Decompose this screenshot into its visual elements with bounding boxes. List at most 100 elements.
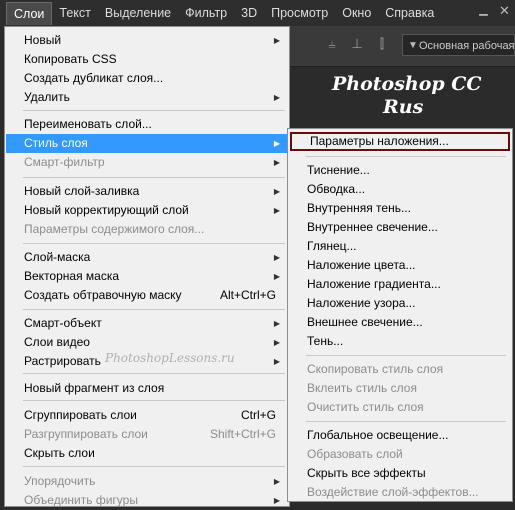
submenu-item-paste-layer-style: Вклеить стиль слоя <box>289 379 511 398</box>
menu-item-label: Скрыть слои <box>24 446 95 460</box>
menu-separator <box>23 110 285 111</box>
menu-item-combine-shapes: Объединить фигуры ▶ <box>6 491 288 510</box>
workspace-dropdown[interactable]: ▼ Основная рабочая среда <box>402 34 515 56</box>
menu-item-video-layers[interactable]: Слои видео ▶ <box>6 333 288 352</box>
submenu-arrow-icon: ▶ <box>273 338 280 347</box>
menu-item-label: Новый <box>24 33 62 47</box>
menu-item-label: Удалить <box>24 90 70 104</box>
menu-item-layer-style[interactable]: Стиль слоя ▶ <box>6 134 288 153</box>
submenu-arrow-icon: ▶ <box>273 357 280 366</box>
menu-item-rename-layer[interactable]: Переименовать слой... <box>6 115 288 134</box>
align-vcenter-icon[interactable]: ⫨ <box>323 36 341 52</box>
submenu-item-inner-glow[interactable]: Внутреннее свечение... <box>289 218 511 237</box>
menu-view[interactable]: Просмотр <box>264 2 335 24</box>
submenu-item-global-light[interactable]: Глобальное освещение... <box>289 426 511 445</box>
shortcut-label: Ctrl+G <box>240 408 276 422</box>
submenu-item-satin[interactable]: Глянец... <box>289 237 511 256</box>
menu-item-label: Стиль слоя <box>24 136 88 150</box>
menu-select[interactable]: Выделение <box>98 2 178 24</box>
menu-item-new-adjustment-layer[interactable]: Новый корректирующий слой ▶ <box>6 201 288 220</box>
menu-item-duplicate-layer[interactable]: Создать дубликат слоя... <box>6 69 288 88</box>
submenu-item-hide-all-effects[interactable]: Скрыть все эффекты <box>289 464 511 483</box>
submenu-item-outer-glow[interactable]: Внешнее свечение... <box>289 313 511 332</box>
close-icon[interactable]: ✕ <box>498 4 511 17</box>
submenu-item-pattern-overlay[interactable]: Наложение узора... <box>289 294 511 313</box>
submenu-separator <box>306 156 506 157</box>
submenu-separator <box>306 421 506 422</box>
menu-item-ungroup-layers: Разгруппировать слои Shift+Ctrl+G <box>6 425 288 444</box>
menu-separator <box>23 309 285 310</box>
menu-item-copy-css[interactable]: Копировать CSS <box>6 50 288 69</box>
menu-item-label: Слой-маска <box>24 250 91 264</box>
submenu-item-label: Очистить стиль слоя <box>307 400 424 414</box>
options-bar: ⫨ ⊥ ⫿ ▼ Основная рабочая среда <box>290 26 515 67</box>
menu-item-label: Смарт-фильтр <box>24 155 105 169</box>
submenu-item-label: Наложение градиента... <box>307 277 441 291</box>
menu-window[interactable]: Окно <box>335 2 378 24</box>
watermark-subtitle: Rus <box>383 96 424 118</box>
menu-item-arrange: Упорядочить ▶ <box>6 472 288 491</box>
menu-item-label: Новый слой-заливка <box>24 184 140 198</box>
submenu-item-label: Внешнее свечение... <box>307 315 423 329</box>
menu-separator <box>23 373 285 374</box>
menu-item-group-layers[interactable]: Сгруппировать слои Ctrl+G <box>6 406 288 425</box>
submenu-item-label: Воздействие слой-эффектов... <box>307 485 479 499</box>
menu-3d[interactable]: 3D <box>234 2 264 24</box>
submenu-item-color-overlay[interactable]: Наложение цвета... <box>289 256 511 275</box>
menu-item-smart-object[interactable]: Смарт-объект ▶ <box>6 314 288 333</box>
submenu-arrow-icon: ▶ <box>273 187 280 196</box>
submenu-item-drop-shadow[interactable]: Тень... <box>289 332 511 351</box>
shortcut-label: Shift+Ctrl+G <box>209 427 276 441</box>
menu-bar: Слои Текст Выделение Фильтр 3D Просмотр … <box>0 0 515 26</box>
submenu-item-gradient-overlay[interactable]: Наложение градиента... <box>289 275 511 294</box>
menu-item-new[interactable]: Новый ▶ <box>6 31 288 50</box>
menu-item-label: Сгруппировать слои <box>24 408 137 422</box>
menu-item-vector-mask[interactable]: Векторная маска ▶ <box>6 267 288 286</box>
submenu-item-label: Глянец... <box>307 239 357 253</box>
menu-item-label: Векторная маска <box>24 269 120 283</box>
submenu-item-label: Тиснение... <box>307 163 370 177</box>
menu-item-new-fill-layer[interactable]: Новый слой-заливка ▶ <box>6 182 288 201</box>
layer-style-submenu: Параметры наложения... Тиснение... Обводка… <box>287 128 513 502</box>
submenu-item-label: Образовать слой <box>307 447 403 461</box>
menu-item-smart-filter: Смарт-фильтр ▶ <box>6 153 288 172</box>
menu-layers[interactable]: Слои <box>6 1 53 25</box>
submenu-item-bevel-emboss[interactable]: Тиснение... <box>289 161 511 180</box>
submenu-item-copy-layer-style: Скопировать стиль слоя <box>289 360 511 379</box>
menu-item-label: Растрировать <box>24 354 101 368</box>
submenu-item-label: Наложение цвета... <box>307 258 416 272</box>
distribute-icon[interactable]: ⫿ <box>373 36 391 52</box>
submenu-item-blending-options[interactable]: Параметры наложения... <box>290 132 510 151</box>
menu-item-label: Слои видео <box>24 335 90 349</box>
menu-watermark: PhotoshopLessons.ru <box>105 351 235 365</box>
submenu-arrow-icon: ▶ <box>273 496 280 505</box>
submenu-item-inner-shadow[interactable]: Внутренняя тень... <box>289 199 511 218</box>
menu-item-hide-layers[interactable]: Скрыть слои <box>6 444 288 463</box>
menu-item-label: Объединить фигуры <box>24 493 138 507</box>
watermark-title: Photoshop CC <box>332 73 482 95</box>
menu-filter[interactable]: Фильтр <box>178 2 234 24</box>
menu-text[interactable]: Текст <box>52 2 97 24</box>
align-bottom-icon[interactable]: ⊥ <box>348 36 366 52</box>
submenu-item-scale-effects: Воздействие слой-эффектов... <box>289 483 511 502</box>
submenu-item-label: Скрыть все эффекты <box>307 466 426 480</box>
menu-item-layer-mask[interactable]: Слой-маска ▶ <box>6 248 288 267</box>
menu-item-label: Упорядочить <box>24 474 96 488</box>
menu-separator <box>23 400 285 401</box>
menu-item-label: Смарт-объект <box>24 316 102 330</box>
minimize-icon[interactable]: ▁ <box>477 5 490 18</box>
layer-menu: Новый ▶ Копировать CSS Создать дубликат сло… <box>4 26 290 507</box>
menu-item-label: Создать обтравочную маску <box>24 288 182 302</box>
menu-item-new-slice-from-layer[interactable]: Новый фрагмент из слоя <box>6 379 288 398</box>
submenu-item-stroke[interactable]: Обводка... <box>289 180 511 199</box>
menu-item-label: Параметры содержимого слоя... <box>24 222 205 236</box>
shortcut-label: Alt+Ctrl+G <box>219 288 276 302</box>
submenu-arrow-icon: ▶ <box>273 93 280 102</box>
submenu-item-label: Скопировать стиль слоя <box>307 362 444 376</box>
workspace-dropdown-icon: ▼ <box>408 40 418 51</box>
menu-item-delete[interactable]: Удалить ▶ <box>6 88 288 107</box>
menu-help[interactable]: Справка <box>378 2 441 24</box>
submenu-item-label: Тень... <box>307 334 344 348</box>
menu-item-create-clipping-mask[interactable]: Создать обтравочную маску Alt+Ctrl+G <box>6 286 288 305</box>
submenu-arrow-icon: ▶ <box>273 319 280 328</box>
